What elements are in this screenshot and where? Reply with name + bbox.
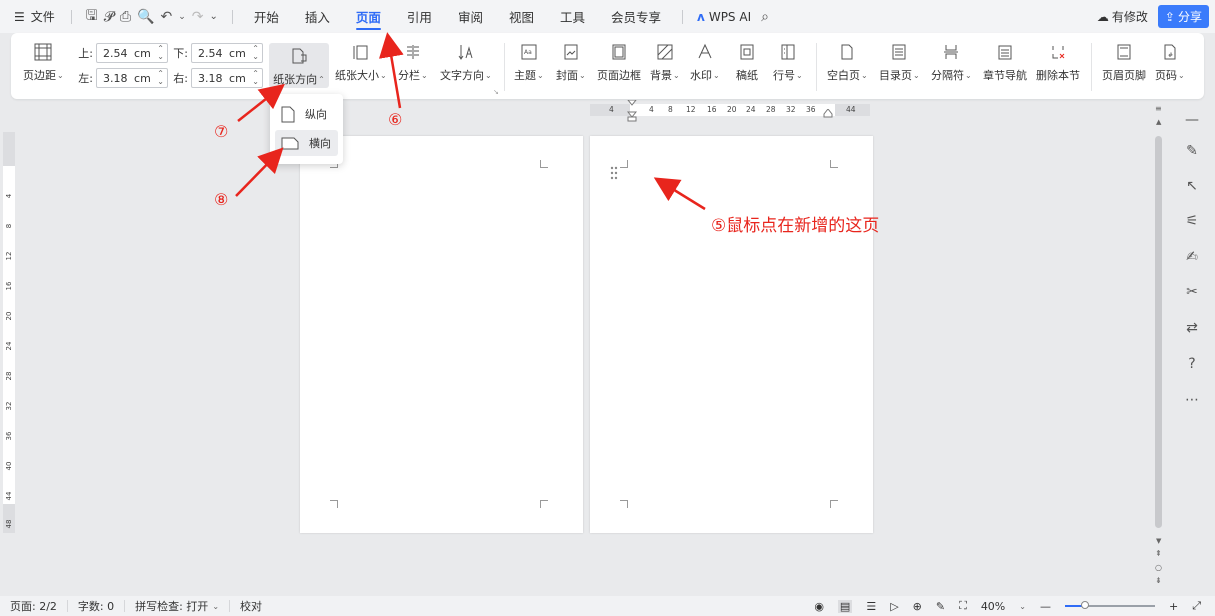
proofread-button[interactable]: 校对 (230, 600, 272, 613)
spell-check-toggle[interactable]: 拼写检查: 打开 ⌄ (125, 600, 231, 613)
eye-icon[interactable]: ◉ (814, 600, 824, 613)
zoom-out-icon[interactable]: — (1040, 600, 1051, 613)
annotation-step-6: ⑥ (388, 110, 403, 129)
annotation-step-5: ⑤鼠标点在新增的这页 (711, 216, 880, 236)
translate-icon[interactable]: ⇄ (1182, 318, 1202, 338)
arrow-6 (379, 32, 404, 109)
cursor-icon[interactable]: ↖ (1182, 176, 1202, 196)
scrollbar-thumb[interactable] (1155, 136, 1162, 528)
collapse-icon[interactable]: — (1182, 110, 1202, 130)
page-view-icon[interactable]: ▤ (837, 599, 853, 613)
help-icon[interactable]: ? (1182, 354, 1202, 374)
word-count[interactable]: 字数: 0 (68, 600, 126, 613)
zoom-slider[interactable] (1064, 601, 1155, 609)
status-bar: 页面: 2/2 字数: 0 拼写检查: 打开 ⌄ 校对 ◉ ▤ ☰ ▷ ⊕ ✎ … (0, 596, 1215, 616)
tools-icon[interactable]: ✂ (1182, 282, 1202, 302)
page-count[interactable]: 页面: 2/2 (0, 600, 68, 613)
fullscreen-icon[interactable]: ⤢ (1192, 599, 1201, 613)
pen-mode-icon[interactable]: ✎ (936, 600, 945, 613)
zoom-level[interactable]: 40% (981, 600, 1005, 613)
chevron-down-icon: ⌄ (212, 601, 220, 611)
next-page-icon[interactable]: ⇟ (1155, 576, 1162, 585)
arrow-7 (237, 83, 285, 122)
fit-page-icon[interactable]: ⛶ (959, 599, 967, 613)
scroll-down-icon[interactable]: ▼ (1156, 537, 1161, 545)
scroll-top-icon[interactable]: ≡ (1155, 104, 1162, 113)
annotation-overlay (235, 32, 706, 211)
annotation-step-7: ⑦ (214, 122, 229, 141)
spell-check-label: 拼写检查: 打开 (135, 600, 209, 613)
pen-icon[interactable]: ✎ (1182, 141, 1202, 161)
more-icon[interactable]: ⋯ (1182, 390, 1202, 410)
handwriting-icon[interactable]: ✍ (1182, 247, 1202, 267)
zoom-in-icon[interactable]: + (1169, 600, 1178, 613)
outline-view-icon[interactable]: ☰ (866, 600, 876, 613)
select-browse-icon[interactable]: ○ (1155, 563, 1162, 572)
prev-page-icon[interactable]: ⇞ (1155, 549, 1162, 558)
settings-sliders-icon[interactable]: ⚟ (1182, 211, 1202, 231)
arrow-5 (653, 177, 706, 211)
vertical-scrollbar[interactable]: ≡ ▲ ▼ ⇞ ○ ⇟ (1152, 104, 1166, 588)
arrow-8 (235, 147, 284, 197)
right-side-panel: — ✎ ↖ ⚟ ✍ ✂ ⇄ ? ⋯ (1170, 104, 1215, 588)
play-icon[interactable]: ▷ (890, 600, 898, 613)
scroll-up-icon[interactable]: ▲ (1156, 118, 1161, 126)
web-view-icon[interactable]: ⊕ (913, 600, 922, 613)
annotation-step-8: ⑧ (214, 190, 229, 209)
chevron-down-icon[interactable]: ⌄ (1019, 602, 1026, 611)
status-right-tools: ◉ ▤ ☰ ▷ ⊕ ✎ ⛶ 40% ⌄ — + ⤢ (814, 596, 1215, 616)
